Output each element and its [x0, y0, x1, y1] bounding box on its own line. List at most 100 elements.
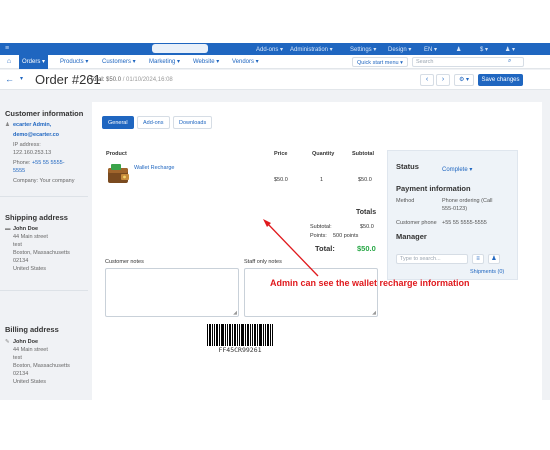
customer-notes-label: Customer notes	[105, 259, 144, 265]
annotation-prefix: Admin	[270, 278, 298, 288]
notification-icon[interactable]: ♟	[456, 46, 461, 53]
top-menu-settings[interactable]: Settings ▾	[350, 46, 376, 53]
status-heading: Status	[396, 162, 419, 171]
next-order-button[interactable]: ›	[436, 74, 450, 86]
tab-downloads[interactable]: Downloads	[173, 116, 213, 129]
status-panel: Status Complete ▾ Payment information Me…	[387, 150, 518, 280]
user-icon: ♟	[5, 122, 10, 128]
total-label: Total:	[315, 244, 335, 253]
admin-screen: ≡ Add-ons ▾ Administration ▾ Settings ▾ …	[0, 43, 550, 400]
resize-grip-icon[interactable]: ◢	[372, 310, 376, 316]
save-changes-button[interactable]: Save changes	[478, 74, 523, 86]
billing-address-heading: Billing address	[5, 325, 59, 334]
manager-search-input[interactable]: Type to search...	[396, 254, 468, 264]
customer-phone-value: +55 55 5555-5555	[442, 220, 487, 226]
tab-general[interactable]: General	[102, 116, 134, 129]
shipping-line: 44 Main street	[13, 234, 48, 240]
nav-item-customers[interactable]: Customers ▾	[99, 55, 139, 69]
shipments-link[interactable]: Shipments (0)	[470, 269, 504, 275]
top-menu-design[interactable]: Design ▾	[388, 46, 411, 53]
home-icon[interactable]: ⌂	[3, 55, 15, 69]
order-total-summary: Total: $50.0 / 01/10/2024,16:08	[90, 77, 173, 83]
search-icon[interactable]: ⌕	[508, 58, 511, 65]
product-price: $50.0	[274, 177, 288, 183]
main-nav-bar: ⌂ Orders ▾ Products ▾ Customers ▾ Market…	[0, 55, 550, 69]
product-quantity: 1	[320, 177, 324, 183]
sidebar: Customer information ♟ ecarter Admin, de…	[0, 90, 88, 400]
list-icon[interactable]: ≡	[472, 254, 484, 264]
customer-company: Company: Your company	[13, 178, 75, 184]
points-label: Points:	[310, 233, 327, 239]
order-total-label: Total:	[90, 77, 105, 83]
top-menu-administration[interactable]: Administration ▾	[290, 46, 333, 53]
staff-notes-textarea[interactable]: ◢	[244, 268, 378, 317]
staff-notes-label: Staff only notes	[244, 259, 282, 265]
subtotal-label: Subtotal:	[310, 224, 332, 230]
status-select[interactable]: Complete ▾	[442, 166, 472, 173]
barcode-text: FF45CR99261	[218, 346, 262, 354]
customer-name-link[interactable]: ecarter Admin,	[13, 122, 51, 128]
truck-icon: ▬	[5, 226, 11, 232]
tag-icon: ✎	[5, 339, 10, 345]
shipping-line: test	[13, 242, 22, 248]
shipping-line: Boston, Massachusetts	[13, 250, 70, 256]
billing-line: Boston, Massachusetts	[13, 363, 70, 369]
order-date: / 01/10/2024,16:08	[121, 77, 173, 83]
divider	[0, 196, 88, 197]
previous-order-button[interactable]: ‹	[420, 74, 434, 86]
top-menu-addons[interactable]: Add-ons ▾	[256, 46, 283, 53]
total-value: $50.0	[357, 244, 376, 253]
tab-add-ons[interactable]: Add-ons	[137, 116, 170, 129]
subtotal-value: $50.0	[360, 224, 374, 230]
customer-notes-textarea[interactable]: ◢	[105, 268, 239, 317]
customer-email-link[interactable]: demo@ecarter.co	[13, 132, 59, 138]
ip-value: 122.160.253.13	[13, 150, 52, 156]
column-header-price: Price	[274, 151, 288, 157]
top-menu-language[interactable]: EN ▾	[424, 46, 437, 53]
back-arrow-icon[interactable]: ←	[5, 74, 14, 84]
gear-icon[interactable]: ⚙ ▾	[454, 74, 474, 86]
user-icon[interactable]: ♟	[488, 254, 500, 264]
billing-line: 44 Main street	[13, 347, 48, 353]
shipping-line: United States	[13, 266, 47, 272]
phone-link-cont[interactable]: 5555	[13, 168, 25, 174]
resize-grip-icon[interactable]: ◢	[233, 310, 237, 316]
top-menu-currency[interactable]: $ ▾	[480, 46, 488, 53]
product-link[interactable]: Wallet Recharge	[134, 165, 174, 171]
annotation-body: can see the wallet recharge information	[298, 278, 470, 288]
menu-icon[interactable]: ≡	[5, 45, 9, 52]
top-search-pill[interactable]	[152, 44, 208, 53]
customer-info-heading: Customer information	[5, 109, 84, 118]
nav-item-vendors[interactable]: Vendors ▾	[229, 55, 262, 69]
phone-link[interactable]: +55 55 5555-	[32, 160, 65, 166]
order-details-panel: General Add-ons Downloads Product Price …	[92, 102, 542, 400]
customer-phone-label: Customer phone	[396, 220, 437, 226]
method-value: Phone ordering (Call	[442, 198, 493, 204]
billing-line: John Doe	[13, 339, 39, 345]
product-subtotal: $50.0	[358, 177, 372, 183]
manager-heading: Manager	[396, 232, 427, 241]
order-title-bar: ← ▾ Order #261 Total: $50.0 / 01/10/2024…	[0, 70, 550, 90]
shipping-line: 02134	[13, 258, 29, 264]
points-value: 500 points	[333, 233, 359, 239]
column-header-subtotal: Subtotal	[352, 151, 374, 157]
annotation-text: Admin can see the wallet recharge inform…	[270, 278, 470, 288]
column-header-product: Product	[106, 151, 127, 157]
chevron-down-icon[interactable]: ▾	[20, 75, 23, 82]
billing-line: 02134	[13, 371, 29, 377]
user-icon[interactable]: ♟ ▾	[505, 46, 515, 53]
nav-item-website[interactable]: Website ▾	[190, 55, 222, 69]
order-barcode	[207, 324, 273, 346]
payment-info-heading: Payment information	[396, 184, 471, 193]
divider	[0, 290, 88, 291]
quick-start-menu[interactable]: Quick start menu ▾	[352, 57, 408, 67]
totals-heading: Totals	[356, 209, 377, 216]
billing-line: test	[13, 355, 22, 361]
method-label: Method	[396, 198, 415, 204]
shipping-address-heading: Shipping address	[5, 213, 68, 222]
nav-item-orders[interactable]: Orders ▾	[19, 55, 49, 69]
admin-top-bar: ≡ Add-ons ▾ Administration ▾ Settings ▾ …	[0, 43, 550, 55]
nav-item-products[interactable]: Products ▾	[57, 55, 91, 69]
nav-item-marketing[interactable]: Marketing ▾	[146, 55, 183, 69]
shipping-line: John Doe	[13, 226, 39, 232]
